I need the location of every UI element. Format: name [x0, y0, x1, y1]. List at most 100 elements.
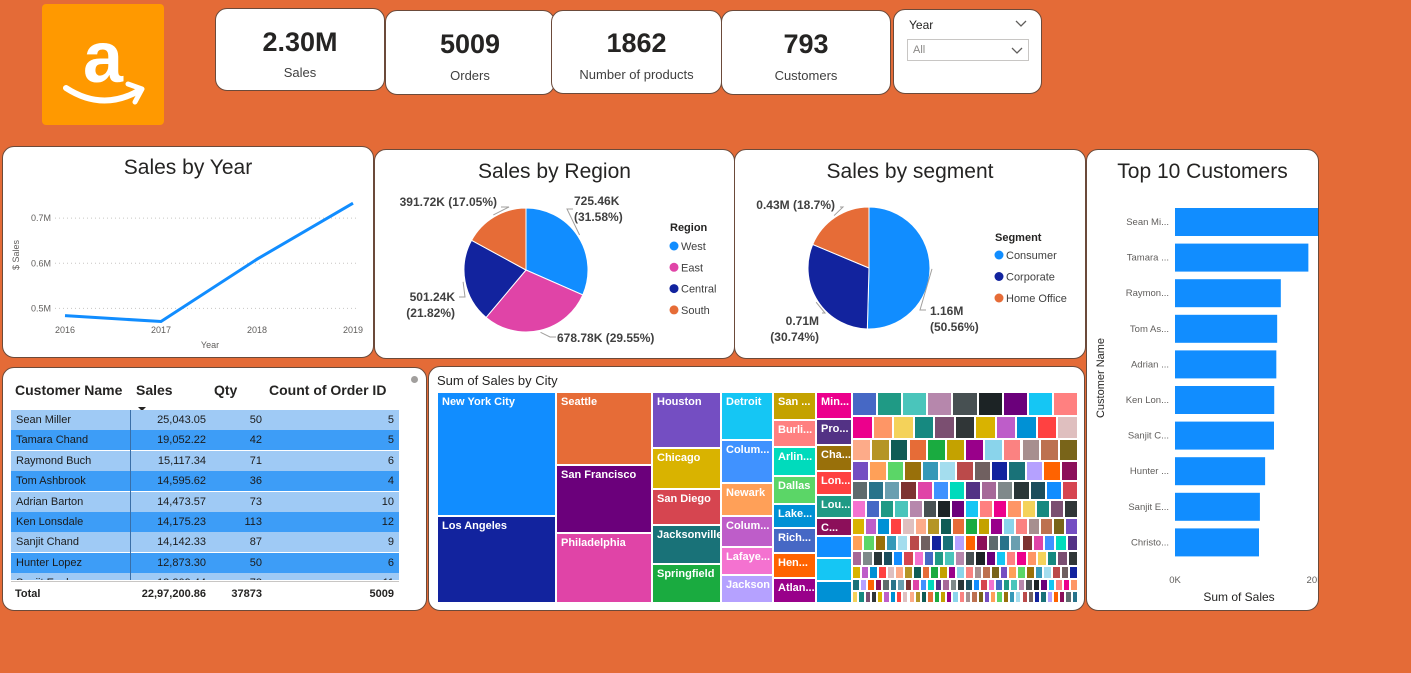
treemap-tile[interactable] — [1036, 551, 1048, 566]
treemap-tile[interactable] — [1027, 518, 1041, 535]
bar[interactable] — [1175, 243, 1309, 272]
treemap-tile[interactable] — [1052, 392, 1078, 416]
treemap-tile[interactable] — [973, 566, 983, 579]
treemap-tile[interactable] — [1008, 566, 1018, 579]
treemap-tile[interactable]: Los Angeles — [437, 516, 556, 603]
treemap-tile[interactable] — [1029, 481, 1046, 500]
treemap-tile[interactable] — [956, 566, 965, 579]
treemap-tile[interactable] — [932, 481, 949, 500]
treemap-tile[interactable]: Atlan... — [773, 578, 816, 603]
treemap-tile[interactable]: Jacksonville — [652, 525, 721, 564]
treemap-tile[interactable] — [1066, 535, 1078, 551]
treemap-tile[interactable] — [913, 551, 924, 566]
treemap-tile[interactable] — [1044, 535, 1056, 551]
treemap-tile[interactable] — [859, 579, 868, 591]
treemap-tile[interactable] — [1057, 551, 1068, 566]
treemap-tile[interactable] — [1055, 535, 1067, 551]
treemap-tile[interactable]: Rich... — [773, 528, 816, 553]
treemap-tile[interactable] — [954, 416, 976, 439]
treemap-tile[interactable] — [919, 579, 928, 591]
treemap-tile[interactable] — [852, 416, 873, 439]
treemap-tile[interactable] — [862, 551, 873, 566]
treemap-tile[interactable] — [1015, 518, 1028, 535]
treemap-tile[interactable] — [999, 566, 1009, 579]
treemap-tile[interactable] — [965, 551, 976, 566]
treemap-tile[interactable]: San Diego — [652, 489, 721, 525]
bar[interactable] — [1175, 314, 1278, 343]
treemap-tile[interactable] — [869, 566, 879, 579]
treemap-tile[interactable] — [893, 551, 904, 566]
treemap-tile[interactable] — [816, 580, 852, 603]
treemap-tile[interactable] — [1047, 551, 1058, 566]
treemap-tile[interactable] — [1040, 518, 1053, 535]
treemap-tile[interactable] — [1002, 518, 1016, 535]
treemap-tile[interactable] — [867, 579, 875, 591]
bar[interactable] — [1175, 279, 1281, 308]
treemap-tile[interactable] — [977, 392, 1003, 416]
treemap-tile[interactable]: Seattle — [556, 392, 652, 465]
treemap-tile[interactable] — [975, 416, 996, 439]
treemap-tile[interactable] — [981, 481, 998, 500]
treemap-tile[interactable]: Lafaye... — [721, 547, 773, 575]
treemap-tile[interactable] — [852, 439, 871, 461]
treemap-tile[interactable] — [1070, 579, 1078, 591]
treemap-tile[interactable] — [1040, 439, 1060, 461]
treemap-tile[interactable] — [1016, 416, 1037, 439]
bar[interactable] — [1175, 457, 1266, 486]
treemap-tile[interactable]: San Francisco — [556, 465, 652, 533]
treemap-tile[interactable] — [874, 579, 883, 591]
treemap-tile[interactable] — [884, 481, 901, 500]
treemap-tile[interactable] — [1065, 518, 1078, 535]
treemap-tile[interactable] — [977, 518, 991, 535]
treemap-tile[interactable] — [904, 566, 913, 579]
treemap-tile[interactable] — [949, 579, 958, 591]
treemap-tile[interactable] — [1057, 416, 1078, 439]
treemap-tile[interactable] — [1016, 551, 1027, 566]
treemap-tile[interactable] — [894, 500, 909, 518]
treemap-tile[interactable]: Jackson — [721, 575, 773, 603]
treemap-tile[interactable] — [931, 535, 943, 551]
treemap-tile[interactable] — [895, 566, 905, 579]
bar[interactable] — [1175, 492, 1260, 521]
treemap-tile[interactable] — [980, 579, 988, 591]
treemap-tile[interactable] — [965, 439, 984, 461]
treemap-tile[interactable] — [965, 518, 978, 535]
treemap-tile[interactable] — [934, 551, 945, 566]
treemap-tile[interactable] — [882, 551, 894, 566]
table-row[interactable]: Raymond Buch 15,117.34 71 6 — [11, 450, 399, 471]
treemap-tile[interactable] — [1002, 392, 1028, 416]
treemap-tile[interactable] — [939, 518, 953, 535]
treemap-tile[interactable] — [904, 579, 913, 591]
treemap-tile[interactable]: Arlin... — [773, 447, 816, 476]
treemap-tile[interactable] — [942, 535, 954, 551]
treemap-tile[interactable]: Houston — [652, 392, 721, 448]
treemap-tile[interactable] — [1035, 500, 1050, 518]
treemap-tile[interactable]: Min... — [816, 392, 852, 419]
treemap-tile[interactable]: Chicago — [652, 448, 721, 489]
treemap-tile[interactable] — [1013, 481, 1030, 500]
treemap-tile[interactable] — [1025, 579, 1033, 591]
treemap-tile[interactable] — [860, 566, 870, 579]
table-row[interactable]: Tom Ashbrook 14,595.62 36 4 — [11, 471, 399, 492]
treemap-tile[interactable]: Philadelphia — [556, 533, 652, 603]
treemap-tile[interactable]: Lou... — [816, 495, 852, 518]
treemap-tile[interactable] — [1010, 579, 1018, 591]
treemap-tile[interactable] — [1043, 461, 1061, 481]
column-header[interactable]: Sales — [136, 382, 173, 398]
treemap-tile[interactable] — [852, 579, 860, 591]
treemap-tile[interactable] — [1021, 535, 1033, 551]
treemap-tile[interactable] — [919, 535, 932, 551]
treemap-tile[interactable] — [864, 518, 878, 535]
treemap-tile[interactable] — [880, 500, 895, 518]
treemap-tile[interactable] — [927, 518, 940, 535]
treemap-tile[interactable] — [1027, 392, 1053, 416]
treemap-tile[interactable]: New York City — [437, 392, 556, 516]
treemap-tile[interactable] — [908, 439, 928, 461]
treemap-tile[interactable] — [878, 566, 887, 579]
treemap-tile[interactable] — [942, 579, 950, 591]
treemap-tile[interactable] — [1007, 500, 1022, 518]
treemap-tile[interactable] — [1006, 551, 1017, 566]
treemap-tile[interactable] — [930, 566, 939, 579]
bar[interactable] — [1175, 528, 1259, 557]
pie-slice-consumer[interactable] — [866, 206, 931, 330]
